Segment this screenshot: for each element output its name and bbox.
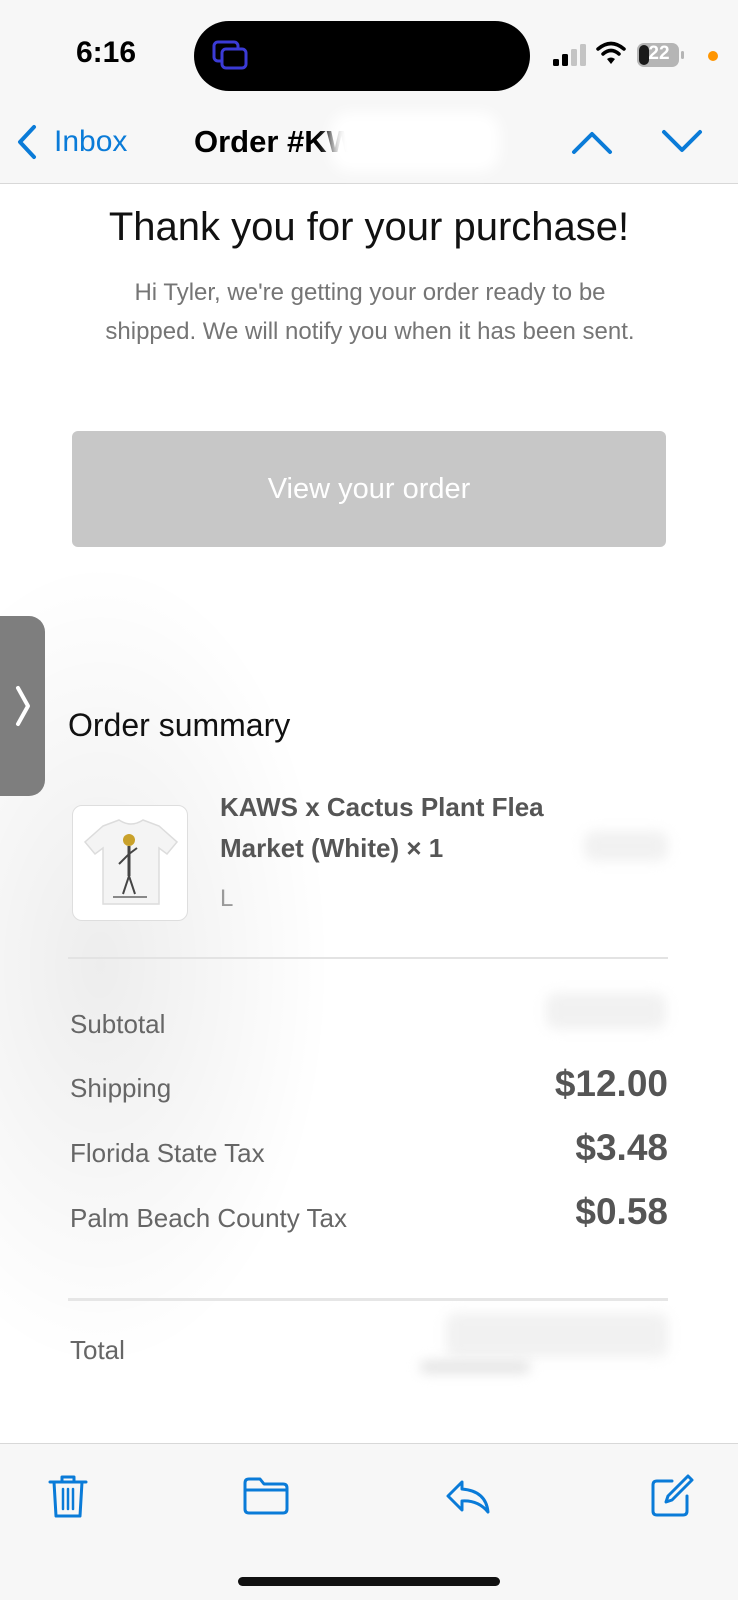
tshirt-image <box>83 819 179 905</box>
product-thumbnail[interactable] <box>72 805 188 921</box>
redacted-order-number <box>330 112 500 172</box>
back-to-inbox-button[interactable]: Inbox <box>14 122 127 162</box>
compose-icon[interactable] <box>648 1472 696 1520</box>
mail-toolbar <box>0 1443 738 1600</box>
item-name: KAWS x Cactus Plant Flea Market (White) … <box>220 792 544 863</box>
chevron-down-icon[interactable] <box>660 124 704 160</box>
home-indicator[interactable] <box>238 1577 500 1586</box>
order-summary-title: Order summary <box>68 707 291 743</box>
wifi-icon <box>596 41 626 64</box>
reply-icon[interactable] <box>444 1472 492 1520</box>
cellular-signal-icon <box>553 44 586 66</box>
view-order-button[interactable]: View your order <box>72 431 666 547</box>
redacted-mark <box>420 1361 530 1373</box>
back-label: Inbox <box>54 125 128 158</box>
subtotal-label: Subtotal <box>70 1009 166 1039</box>
florida-tax-label: Florida State Tax <box>70 1138 265 1168</box>
county-tax-value: $0.58 <box>575 1191 668 1232</box>
privacy-indicator-dot <box>708 51 718 61</box>
county-tax-label: Palm Beach County Tax <box>70 1203 347 1233</box>
email-intro-text: Hi Tyler, we're getting your order ready… <box>105 279 635 345</box>
screen-glare <box>0 545 340 1385</box>
chevron-left-icon <box>18 125 36 159</box>
redacted-total <box>446 1313 668 1357</box>
email-heading: Thank you for your purchase! <box>108 205 630 249</box>
trash-icon[interactable] <box>44 1472 92 1520</box>
total-divider <box>68 1298 668 1301</box>
total-label: Total <box>70 1335 125 1365</box>
folder-icon[interactable] <box>242 1472 290 1520</box>
chevron-up-icon[interactable] <box>570 124 614 160</box>
shipping-label: Shipping <box>70 1073 172 1103</box>
status-bar: 6:16 22 <box>0 0 738 100</box>
email-body: Thank you for your purchase! Hi Tyler, w… <box>0 185 738 1443</box>
battery-level: 22 <box>648 43 670 64</box>
summary-divider <box>68 957 668 959</box>
item-size: L <box>220 885 234 912</box>
florida-tax-value: $3.48 <box>575 1127 668 1168</box>
status-time: 6:16 <box>76 36 137 69</box>
shipping-value: $12.00 <box>554 1063 668 1104</box>
side-panel-handle[interactable] <box>0 616 45 796</box>
chevron-right-icon <box>16 686 30 726</box>
screen-mirroring-icon <box>212 40 248 70</box>
redacted-subtotal <box>546 993 666 1029</box>
redacted-item-price <box>584 831 668 861</box>
